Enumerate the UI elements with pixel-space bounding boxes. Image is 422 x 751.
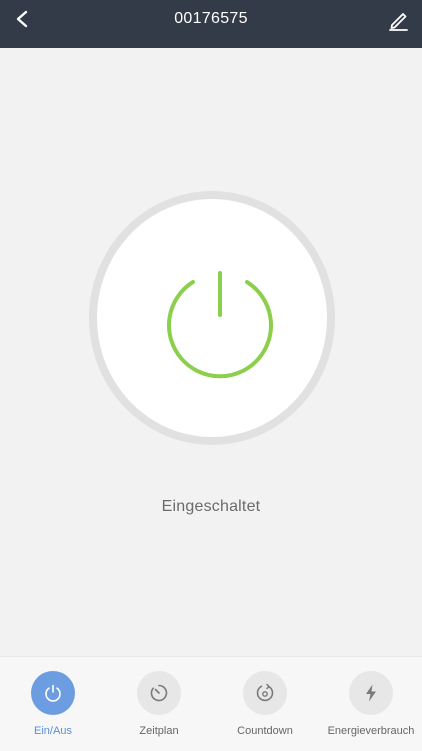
tab-label: Energieverbrauch (327, 725, 415, 737)
power-button-face (97, 199, 327, 437)
countdown-icon (256, 683, 274, 702)
tab-ein-aus[interactable]: Ein/Aus (0, 657, 106, 751)
pencil-icon (389, 13, 408, 31)
bottom-tab-bar: Ein/Aus Zeitplan Countdown Energieverbra… (0, 656, 422, 751)
tab-label: Ein/Aus (34, 725, 72, 737)
device-title: 00176575 (174, 10, 248, 27)
tab-countdown[interactable]: Countdown (212, 657, 318, 751)
tab-icon-circle (349, 671, 393, 715)
tab-zeitplan[interactable]: Zeitplan (106, 657, 212, 751)
lightning-icon (366, 684, 376, 702)
power-toggle-button[interactable] (89, 191, 335, 445)
top-bar: 00176575 (0, 0, 422, 48)
tab-icon-circle (137, 671, 181, 715)
clock-icon (150, 684, 168, 702)
edit-button[interactable] (384, 6, 412, 34)
tab-energieverbrauch[interactable]: Energieverbrauch (318, 657, 422, 751)
power-status-text: Eingeschaltet (161, 498, 261, 515)
power-icon (167, 271, 273, 379)
power-icon (45, 684, 61, 702)
tab-label: Zeitplan (139, 725, 179, 737)
tab-icon-circle (243, 671, 287, 715)
tab-icon-circle (31, 671, 75, 715)
tab-label: Countdown (237, 725, 293, 737)
